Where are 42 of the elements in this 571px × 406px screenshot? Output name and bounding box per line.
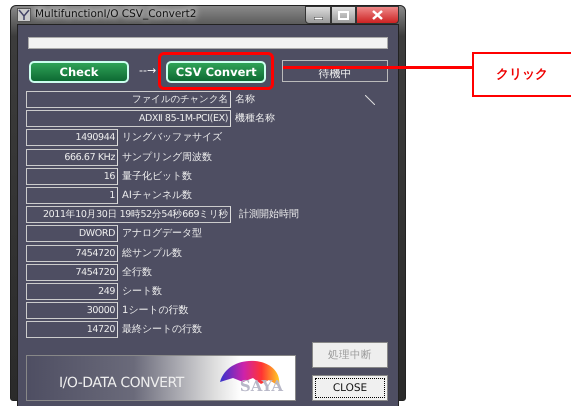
- app-icon: [17, 8, 31, 22]
- resize-mark-icon: [365, 94, 375, 104]
- check-button[interactable]: Check: [29, 61, 129, 83]
- field-label: 最終シートの行数: [122, 323, 202, 338]
- field-label: サンプリング周波数: [122, 150, 212, 165]
- value-field: 1490944: [26, 129, 118, 146]
- logo-text: SAYA: [240, 376, 283, 397]
- close-icon: [372, 10, 383, 20]
- value-field: 1: [26, 186, 118, 204]
- field-label: 量子化ビット数: [122, 170, 192, 184]
- value-field: 30000: [26, 302, 118, 320]
- field-label: シート数: [122, 284, 162, 299]
- value-field: 666.67 KHz: [26, 148, 118, 166]
- field-label: 全行数: [122, 266, 152, 280]
- window-title: MultifunctionI/O CSV_Convert2: [35, 7, 196, 22]
- field-label: 総サンプル数: [122, 246, 182, 260]
- value-field: 16: [26, 168, 118, 185]
- field-label: 1シートの行数: [122, 304, 188, 318]
- value-field: 249: [26, 282, 118, 300]
- field-label: リングバッファサイズ: [122, 131, 222, 146]
- arrow-text: --→: [139, 62, 156, 79]
- callout-label: クリック: [472, 52, 571, 97]
- banner-text: I/O-DATA CONVERT: [59, 374, 184, 394]
- minimize-icon: [314, 16, 322, 20]
- field-label: 計測開始時間: [239, 208, 299, 222]
- maximize-icon: [338, 10, 349, 20]
- value-field: 7454720: [26, 244, 118, 262]
- field-label: 名称: [235, 93, 255, 107]
- field-label: 機種名称: [235, 112, 275, 126]
- convert-button[interactable]: CSV Convert: [166, 61, 266, 83]
- field-label: AIチャンネル数: [122, 188, 192, 203]
- value-field: DWORD: [26, 225, 118, 242]
- close-button[interactable]: CLOSE: [312, 375, 388, 402]
- maximize-button[interactable]: [331, 6, 356, 24]
- value-field: 2011年10月30日 19時52分54秒669ミリ秒: [26, 206, 231, 224]
- minimize-button[interactable]: [305, 6, 331, 24]
- close-button[interactable]: [356, 6, 399, 24]
- field-label: アナログデータ型: [122, 226, 202, 242]
- value-field: ファイルのチャンク名: [26, 91, 231, 108]
- value-field: 7454720: [26, 264, 118, 281]
- value-field: 14720: [26, 321, 118, 338]
- value-field: ADXⅡ 85-1M-PCI(EX): [26, 110, 231, 128]
